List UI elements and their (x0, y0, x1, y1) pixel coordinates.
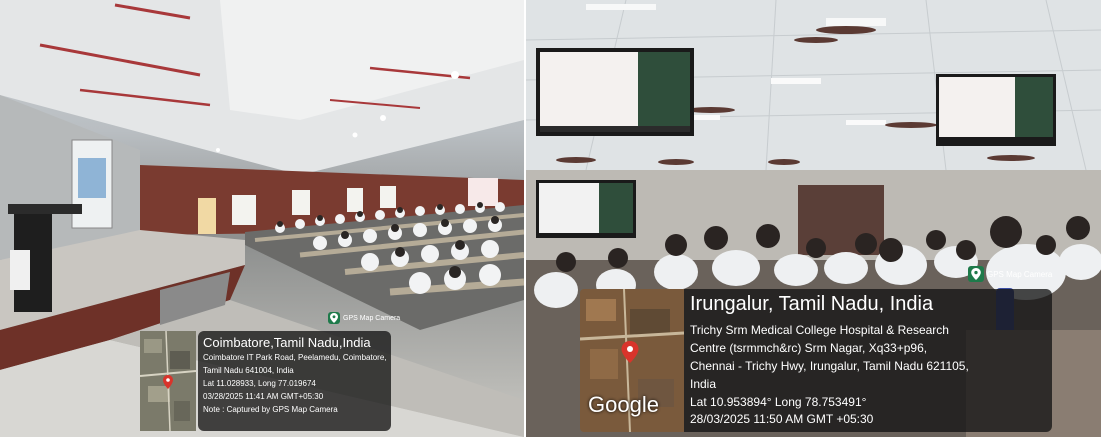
address-line-3: Chennai - Trichy Hwy, Irungalur, Tamil N… (690, 359, 969, 373)
gps-badge-right: GPS Map Camera (968, 266, 1052, 282)
tv-screen-left-mid (536, 180, 636, 238)
timestamp: 28/03/2025 11:50 AM GMT +05:30 (690, 412, 874, 426)
capture-note: Note : Captured by GPS Map Camera (203, 405, 338, 414)
map-pin-icon (968, 266, 984, 282)
lecture-hall-photo-right: GPS Map Camera Google Irungalur, Tamil N… (526, 0, 1101, 437)
tv-screen-right-top (936, 74, 1056, 146)
address-line-2: Centre (tsrmmch&rc) Srm Nagar, Xq33+p96, (690, 341, 928, 355)
gps-info-panel-right: Irungalur, Tamil Nadu, India Trichy Srm … (684, 289, 1052, 432)
map-thumbnail-left (140, 331, 196, 431)
tv-screen-left-top (536, 48, 694, 136)
map-pin-icon (328, 312, 340, 324)
gps-badge-label: GPS Map Camera (343, 314, 401, 322)
address-line-4: India (690, 377, 717, 391)
auditorium-photo-left: GPS Map Camera Coimbatore,Tamil Nadu,Ind… (0, 0, 524, 437)
map-logo: Google (588, 392, 659, 417)
gps-badge-left: GPS Map Camera (328, 312, 400, 324)
address-line-1: Trichy Srm Medical College Hospital & Re… (690, 323, 949, 337)
gps-info-panel-left: Coimbatore,Tamil Nadu,India Coimbatore I… (198, 331, 391, 431)
address-line-1: Coimbatore IT Park Road, Peelamedu, Coim… (203, 353, 387, 362)
timestamp: 03/28/2025 11:41 AM GMT+05:30 (203, 392, 324, 401)
location-title: Coimbatore,Tamil Nadu,India (203, 335, 371, 350)
location-title: Irungalur, Tamil Nadu, India (690, 293, 934, 315)
map-thumbnail-right: Google (580, 289, 684, 432)
coordinates: Lat 10.953894° Long 78.753491° (690, 395, 867, 409)
gps-badge-label: GPS Map Camera (987, 269, 1053, 279)
coordinates: Lat 11.028933, Long 77.019674 (203, 379, 316, 388)
address-line-2: Tamil Nadu 641004, India (203, 366, 294, 375)
